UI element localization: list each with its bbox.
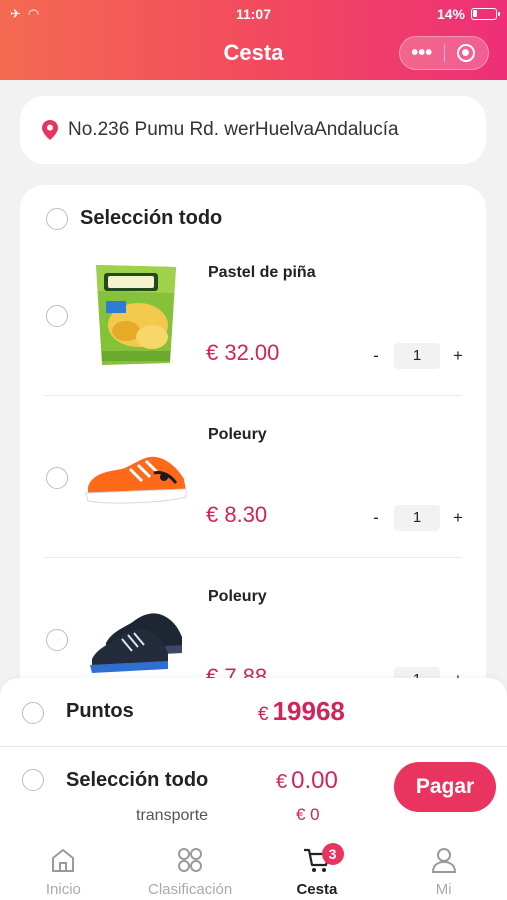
item-radio[interactable] [46,467,68,489]
points-bar: Puntos €19968 [0,678,507,746]
tab-label: Cesta [296,881,338,898]
points-currency: € [258,704,269,725]
category-icon [178,848,203,872]
cart-item: Pastel de piña € 32.00 - 1 + [20,185,486,369]
item-name: Poleury [208,426,267,443]
total-amount: €0.00 [276,767,338,795]
close-button[interactable] [445,44,489,62]
checkout-select-all-radio[interactable] [22,769,44,791]
user-icon [431,848,456,873]
tab-inicio[interactable]: Inicio [0,836,127,900]
location-pin-icon [42,120,58,140]
address-text: No.236 Pumu Rd. werHuelvaAndalucía [68,119,399,140]
target-icon [457,44,476,62]
home-icon [52,849,75,872]
battery-icon [471,8,500,20]
header-bar: ✈ ︎◠ 11:07 14% Cesta ••• [0,0,507,80]
tab-cesta[interactable]: 3 Cesta [254,836,381,900]
points-amount: 19968 [272,696,345,726]
status-time: 11:07 [235,6,272,22]
pay-button[interactable]: Pagar [394,762,496,812]
checkout-bar: Selección todo €0.00 transporte € 0 Paga… [0,746,507,836]
shipping-label: transporte [136,807,209,824]
bottom-tab-bar: Inicio Clasificación 3 Cesta Mi [0,836,507,900]
tab-clasificacion[interactable]: Clasificación [127,836,254,900]
status-bar: ✈ ︎◠ 11:07 14% [0,6,507,24]
cart-card: Selección todo Pastel de piña € 32.00 - … [20,185,486,705]
points-radio[interactable] [22,702,44,724]
item-name: Pastel de piña [208,264,316,281]
address-card[interactable]: No.236 Pumu Rd. werHuelvaAndalucía [20,96,486,164]
total-currency: € [276,771,288,793]
points-value: €19968 [258,696,345,727]
cart-item: Poleury € 7.88 - 1 + [20,509,486,693]
tab-label: Clasificación [148,881,233,898]
product-image-black-shoes[interactable] [82,587,190,691]
mini-program-capsule: ••• [399,36,489,70]
battery-percent: 14% [436,6,465,22]
points-label: Puntos [66,700,134,722]
tab-label: Inicio [45,881,81,898]
tab-label: Mi [435,881,452,898]
cart-count-badge: 3 [321,843,344,865]
cart-item: Poleury € 8.30 - 1 + [20,347,486,531]
shipping-value: € 0 [296,805,320,824]
item-radio[interactable] [46,629,68,651]
tab-mi[interactable]: Mi [380,836,507,900]
battery-status: 14% [436,6,500,22]
more-button[interactable]: ••• [400,38,444,68]
total-value: 0.00 [291,767,338,794]
checkout-select-all-label: Selección todo [66,769,209,791]
item-name: Poleury [208,588,267,605]
item-radio[interactable] [46,305,68,327]
